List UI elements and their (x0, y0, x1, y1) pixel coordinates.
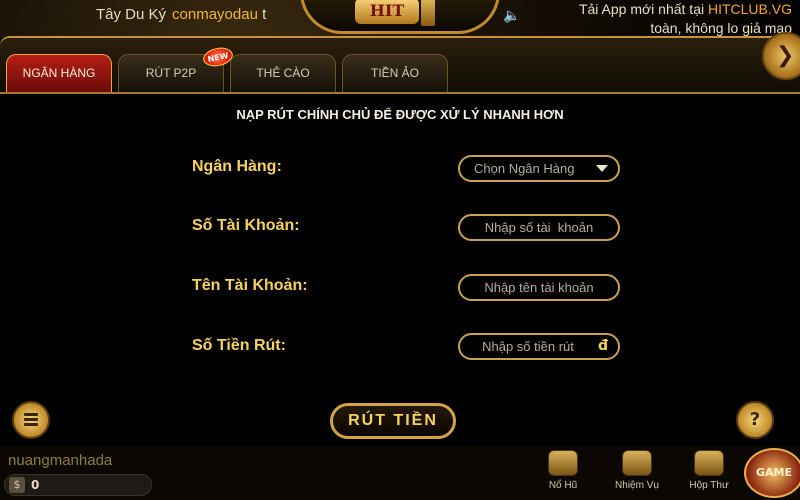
balance-value: 0 (31, 478, 40, 492)
mail-icon (694, 450, 724, 476)
bank-label: Ngân Hàng: (192, 158, 282, 175)
hit-logo: HIT (300, 0, 500, 34)
nav-jackpot[interactable]: Nổ Hũ (538, 450, 588, 491)
logo-text: HIT (355, 0, 419, 24)
ticker-left-suffix: t (262, 6, 267, 23)
withdraw-button[interactable]: RÚT TIỀN (330, 403, 456, 439)
help-button[interactable]: ? (736, 401, 774, 439)
withdraw-panel: NGÂN HÀNG RÚT P2P NEW THẺ CÀO TIỀN ẢO ❯ (0, 32, 800, 446)
ticker-right: Tải App mới nhất tại HITCLUB.VG toàn, kh… (560, 0, 800, 38)
nav-mail[interactable]: Hộp Thư (684, 450, 734, 491)
game-button[interactable]: GAME (744, 448, 800, 498)
tab-bank[interactable]: NGÂN HÀNG (6, 54, 112, 92)
jackpot-icon (548, 450, 578, 476)
bank-select-value: Chọn Ngân Hàng (474, 161, 575, 176)
dollar-icon: $ (9, 477, 25, 493)
form-heading: NẠP RÚT CHÍNH CHỦ ĐỂ ĐƯỢC XỬ LÝ NHANH HƠ… (236, 107, 564, 122)
ticker-left-prefix: Tây Du Ký (96, 6, 167, 23)
top-bar: Tây Du Ký conmayodau t HIT 🔈 Tải App mới … (0, 0, 800, 40)
speaker-icon[interactable]: 🔈 (503, 8, 520, 24)
chevron-down-icon (596, 165, 608, 172)
account-number-input[interactable] (458, 214, 620, 241)
tab-card[interactable]: THẺ CÀO (230, 54, 336, 92)
tab-bar: NGÂN HÀNG RÚT P2P NEW THẺ CÀO TIỀN ẢO (0, 38, 800, 94)
ticker-left-user: conmayodau (172, 6, 258, 23)
menu-button[interactable] (12, 401, 50, 439)
tab-crypto[interactable]: TIỀN ẢO (342, 54, 448, 92)
account-name-label: Tên Tài Khoản: (192, 277, 308, 294)
footer-bar: nuangmanhada $ 0 Nổ Hũ Nhiệm Vụ Hộp Thư … (0, 446, 800, 500)
account-number-label: Số Tài Khoản: (192, 217, 300, 234)
balance-box: $ 0 (4, 474, 152, 496)
nav-tasks-label: Nhiệm Vụ (615, 480, 659, 491)
username: nuangmanhada (8, 452, 113, 469)
ticker-right-brand: HITCLUB.VG (707, 1, 792, 17)
currency-symbol: đ (598, 338, 609, 354)
nav-jackpot-label: Nổ Hũ (548, 480, 578, 491)
slot-lever-icon (421, 0, 435, 26)
bank-select[interactable]: Chọn Ngân Hàng (458, 155, 620, 182)
tasks-icon (622, 450, 652, 476)
nav-mail-label: Hộp Thư (689, 480, 729, 491)
amount-input[interactable] (458, 333, 620, 360)
nav-tasks[interactable]: Nhiệm Vụ (612, 450, 662, 491)
list-icon (24, 413, 38, 427)
ticker-right-prefix: Tải App mới nhất tại (578, 1, 708, 17)
ticker-left: Tây Du Ký conmayodau t (96, 6, 296, 28)
account-name-input[interactable] (458, 274, 620, 301)
amount-label: Số Tiền Rút: (192, 337, 286, 354)
